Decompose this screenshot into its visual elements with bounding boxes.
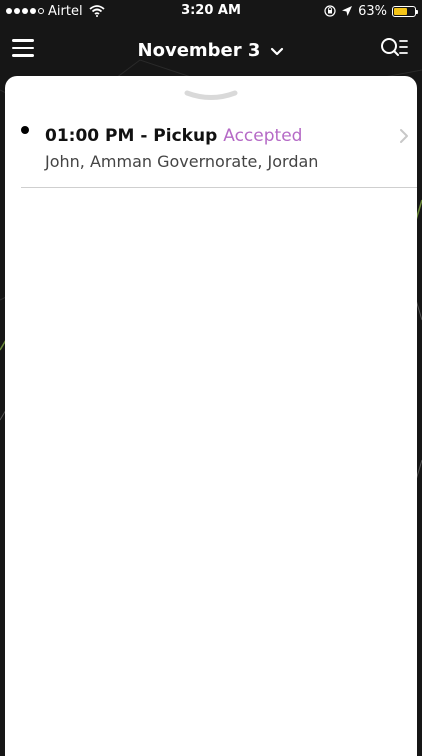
schedule-item[interactable]: 01:00 PM - Pickup Accepted John, Amman Go…	[5, 116, 417, 188]
schedule-sheet: 01:00 PM - Pickup Accepted John, Amman Go…	[5, 76, 417, 756]
status-bar: Airtel 3:20 AM 63%	[0, 0, 422, 22]
item-time-type: 01:00 PM - Pickup	[45, 126, 218, 146]
search-filter-icon[interactable]	[380, 37, 408, 59]
orientation-lock-icon	[324, 5, 336, 17]
drag-handle[interactable]	[183, 90, 239, 104]
chevron-right-icon	[400, 129, 408, 143]
status-right: 63%	[324, 3, 418, 19]
date-selector[interactable]: November 3	[0, 37, 422, 63]
chevron-down-icon	[271, 47, 284, 55]
nav-bar: November 3	[0, 22, 422, 76]
current-date: November 3	[137, 39, 261, 61]
battery-percent: 63%	[358, 3, 387, 19]
location-arrow-icon	[342, 6, 353, 16]
battery-level	[394, 7, 407, 15]
status-badge: Accepted	[223, 126, 303, 146]
item-title: 01:00 PM - Pickup Accepted	[45, 126, 302, 146]
item-address: John, Amman Governorate, Jordan	[45, 152, 319, 171]
battery-icon	[392, 5, 418, 17]
item-bullet	[21, 126, 29, 134]
item-divider	[21, 187, 417, 188]
